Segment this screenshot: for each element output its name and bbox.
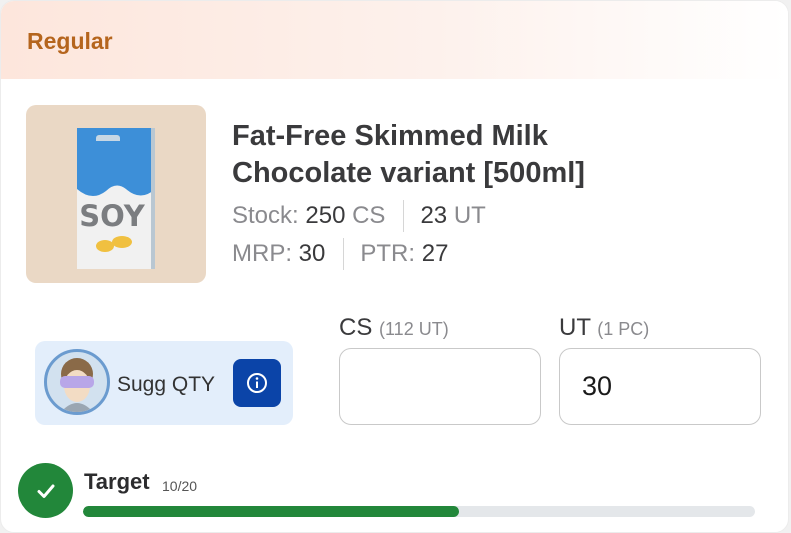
stock-ut-unit: UT <box>453 202 486 229</box>
ptr-label: PTR: <box>360 240 416 267</box>
carton-text: SOY <box>79 199 146 233</box>
suggested-qty-label: Sugg QTY <box>117 373 216 396</box>
stock-ut-value: 23 <box>420 202 448 229</box>
ut-field-label: UT (1 PC) <box>559 314 649 342</box>
target-progress-fill <box>83 506 460 517</box>
mrp-label: MRP: <box>232 240 292 267</box>
product-title-line-2: Chocolate variant [500ml] <box>232 157 585 189</box>
divider <box>343 238 345 270</box>
cs-label: CS <box>339 314 373 341</box>
price-row: MRP: 30 PTR: 27 <box>232 238 448 270</box>
mrp-value: 30 <box>298 240 326 267</box>
product-title-line-1: Fat-Free Skimmed Milk <box>232 120 548 152</box>
stock-label: Stock: <box>232 202 299 229</box>
target-progress-bar <box>83 506 755 517</box>
ut-label: UT <box>559 314 591 341</box>
stock-row: Stock: 250 CS 23 UT <box>232 200 486 232</box>
ptr-value: 27 <box>421 240 449 267</box>
divider <box>403 200 405 232</box>
scheme-label: Regular <box>27 28 113 54</box>
ut-quantity-input[interactable] <box>559 348 761 425</box>
stock-cs-unit: CS <box>352 202 386 229</box>
vr-headset-avatar-icon <box>44 349 110 415</box>
info-button[interactable] <box>233 359 281 407</box>
soy-milk-carton-icon: SOY <box>77 128 155 269</box>
cs-quantity-input[interactable] <box>339 348 541 425</box>
target-label: Target <box>84 469 150 494</box>
scheme-banner: Regular <box>1 1 788 79</box>
ut-sub-label: (1 PC) <box>597 319 650 339</box>
stock-cs-value: 250 <box>305 202 346 229</box>
cs-sub-label: (112 UT) <box>379 319 449 339</box>
suggested-qty-panel: Sugg QTY <box>35 341 293 425</box>
target-count: 10/20 <box>162 478 198 494</box>
product-card: Regular SOY Fat-Free Skimmed Milk Chocol… <box>0 0 789 533</box>
check-circle-icon <box>18 463 73 518</box>
cs-field-label: CS (112 UT) <box>339 314 449 342</box>
info-icon <box>247 373 267 393</box>
product-image[interactable]: SOY <box>26 105 206 283</box>
product-title: Fat-Free Skimmed Milk Chocolate variant … <box>232 118 752 192</box>
